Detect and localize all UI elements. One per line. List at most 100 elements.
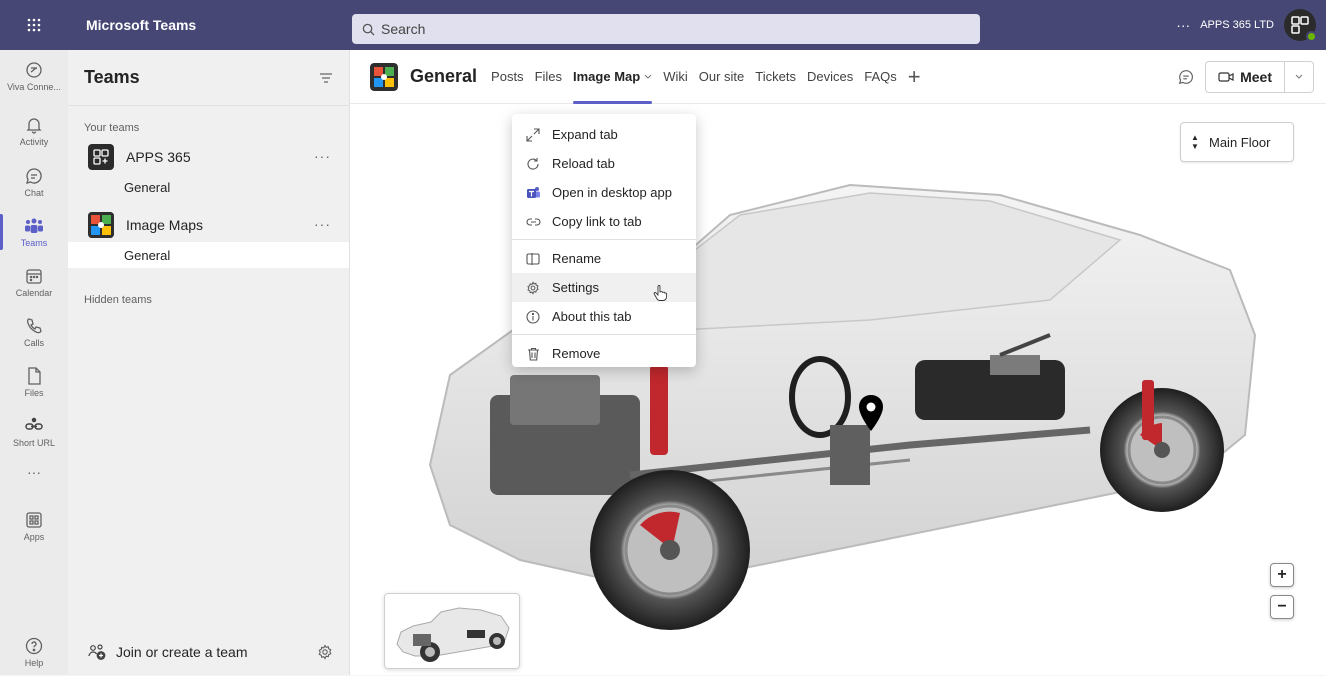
- rail-files[interactable]: Files: [0, 358, 68, 406]
- conversation-icon[interactable]: [1177, 68, 1195, 86]
- rail-label: Calendar: [15, 288, 53, 298]
- team-name: APPS 365: [126, 149, 191, 165]
- tab-files[interactable]: Files: [535, 50, 562, 104]
- floor-label: Main Floor: [1209, 134, 1271, 150]
- tab-wiki[interactable]: Wiki: [663, 50, 688, 104]
- viva-connections-icon: [26, 62, 42, 78]
- rail-viva-connections[interactable]: Viva Conne...: [0, 52, 68, 100]
- join-team-icon: [88, 644, 106, 660]
- phone-icon: [26, 318, 42, 334]
- car-cutaway-image[interactable]: [350, 105, 1326, 675]
- map-pin-icon[interactable]: [859, 395, 883, 431]
- search-placeholder: Search: [381, 21, 426, 37]
- rail-label: Apps: [23, 532, 45, 542]
- channel-header: General Posts Files Image Map Wiki Our s…: [350, 50, 1326, 104]
- tab-posts[interactable]: Posts: [491, 50, 524, 104]
- menu-item-label: Rename: [552, 251, 602, 266]
- presence-available-icon: [1306, 31, 1317, 42]
- tab-tickets[interactable]: Tickets: [755, 50, 796, 104]
- join-create-team[interactable]: Join or create a team: [68, 629, 349, 675]
- rail-teams[interactable]: Teams: [0, 208, 68, 256]
- channel-label: General: [124, 247, 171, 263]
- menu-item-about[interactable]: About this tab: [512, 302, 696, 331]
- channel-title: General: [410, 66, 478, 86]
- menu-divider: [512, 334, 696, 335]
- tab-context-menu: Expand tab Reload tab Open in desktop ap…: [512, 114, 696, 367]
- teams-icon: [25, 218, 43, 233]
- teams-panel: Teams Your teams APPS 365 ··· General Im…: [68, 50, 350, 675]
- main-content: General Posts Files Image Map Wiki Our s…: [350, 50, 1326, 675]
- tab-image-map[interactable]: Image Map: [573, 50, 653, 104]
- hand-cursor-icon: [653, 284, 667, 301]
- minimap[interactable]: [384, 593, 520, 669]
- rail-help[interactable]: Help: [0, 628, 68, 676]
- menu-item-label: Settings: [552, 280, 599, 295]
- meet-label: Meet: [1240, 69, 1272, 85]
- tab-devices[interactable]: Devices: [807, 50, 853, 104]
- team-image-maps[interactable]: Image Maps ···: [68, 208, 349, 242]
- channel-logo-icon: [370, 62, 398, 91]
- link-icon: [526, 217, 540, 226]
- floor-stepper-icon[interactable]: ▲ ▼: [1181, 133, 1209, 151]
- floor-selector[interactable]: ▲ ▼ Main Floor: [1180, 122, 1294, 162]
- hidden-teams-label[interactable]: Hidden teams: [84, 294, 152, 306]
- gear-icon[interactable]: [317, 644, 333, 660]
- menu-item-expand-tab[interactable]: Expand tab: [512, 120, 696, 149]
- menu-item-settings[interactable]: Settings: [512, 273, 696, 302]
- more-icon: ···: [27, 464, 41, 480]
- teams-panel-header: Teams: [68, 50, 349, 106]
- top-right-controls: ··· APPS 365 LTD: [1176, 0, 1326, 50]
- apps-icon: [26, 512, 42, 528]
- rail-calendar[interactable]: Calendar: [0, 258, 68, 306]
- rail-label: Calls: [23, 338, 44, 348]
- menu-item-rename[interactable]: Rename: [512, 244, 696, 273]
- info-icon: [526, 309, 540, 324]
- file-icon: [28, 367, 41, 385]
- menu-item-copy-link[interactable]: Copy link to tab: [512, 207, 696, 236]
- team-apps-365-icon: [88, 144, 114, 170]
- menu-item-reload-tab[interactable]: Reload tab: [512, 149, 696, 178]
- rail-label: Short URL: [12, 438, 56, 448]
- chevron-down-icon[interactable]: [1285, 74, 1313, 80]
- rail-chat[interactable]: Chat: [0, 158, 68, 206]
- meet-button[interactable]: Meet: [1205, 61, 1314, 93]
- tab-label: Image Map: [573, 69, 641, 84]
- rail-apps[interactable]: Apps: [0, 502, 68, 550]
- team-more-icon[interactable]: ···: [314, 216, 331, 232]
- tab-our-site[interactable]: Our site: [699, 50, 745, 104]
- zoom-in-button[interactable]: +: [1270, 563, 1294, 587]
- rail-label: Help: [24, 658, 44, 668]
- rail-label: Chat: [24, 188, 44, 198]
- rail-activity[interactable]: Activity: [0, 107, 68, 155]
- menu-item-remove[interactable]: Remove: [512, 339, 696, 368]
- team-apps-365[interactable]: APPS 365 ···: [68, 140, 349, 174]
- expand-icon: [526, 127, 540, 142]
- rail-label: Files: [24, 388, 44, 398]
- rail-calls[interactable]: Calls: [0, 308, 68, 356]
- channel-general[interactable]: General: [68, 174, 349, 200]
- your-teams-label: Your teams: [84, 122, 140, 134]
- join-create-label: Join or create a team: [116, 644, 248, 660]
- search-box[interactable]: Search: [352, 14, 980, 44]
- search-icon: [362, 23, 375, 36]
- add-tab-icon[interactable]: +: [908, 64, 921, 90]
- team-name: Image Maps: [126, 217, 204, 233]
- chevron-down-icon: [644, 74, 652, 79]
- teams-app-icon: [526, 186, 540, 198]
- zoom-out-button[interactable]: −: [1270, 595, 1294, 619]
- avatar[interactable]: [1284, 9, 1317, 42]
- channel-general-selected[interactable]: General: [68, 242, 349, 268]
- rail-more[interactable]: ···: [0, 448, 68, 496]
- menu-item-label: Copy link to tab: [552, 214, 642, 229]
- image-map-canvas[interactable]: ▲ ▼ Main Floor + −: [350, 105, 1326, 675]
- app-launcher-icon[interactable]: [0, 0, 68, 50]
- tab-faqs[interactable]: FAQs: [864, 50, 897, 104]
- org-name[interactable]: APPS 365 LTD: [1200, 19, 1274, 31]
- team-more-icon[interactable]: ···: [314, 148, 331, 164]
- menu-item-open-desktop[interactable]: Open in desktop app: [512, 178, 696, 207]
- reload-icon: [527, 157, 539, 170]
- help-icon: [25, 637, 43, 655]
- team-image-maps-icon: [88, 212, 114, 238]
- more-options-icon[interactable]: ···: [1176, 17, 1190, 33]
- filter-icon[interactable]: [319, 72, 333, 84]
